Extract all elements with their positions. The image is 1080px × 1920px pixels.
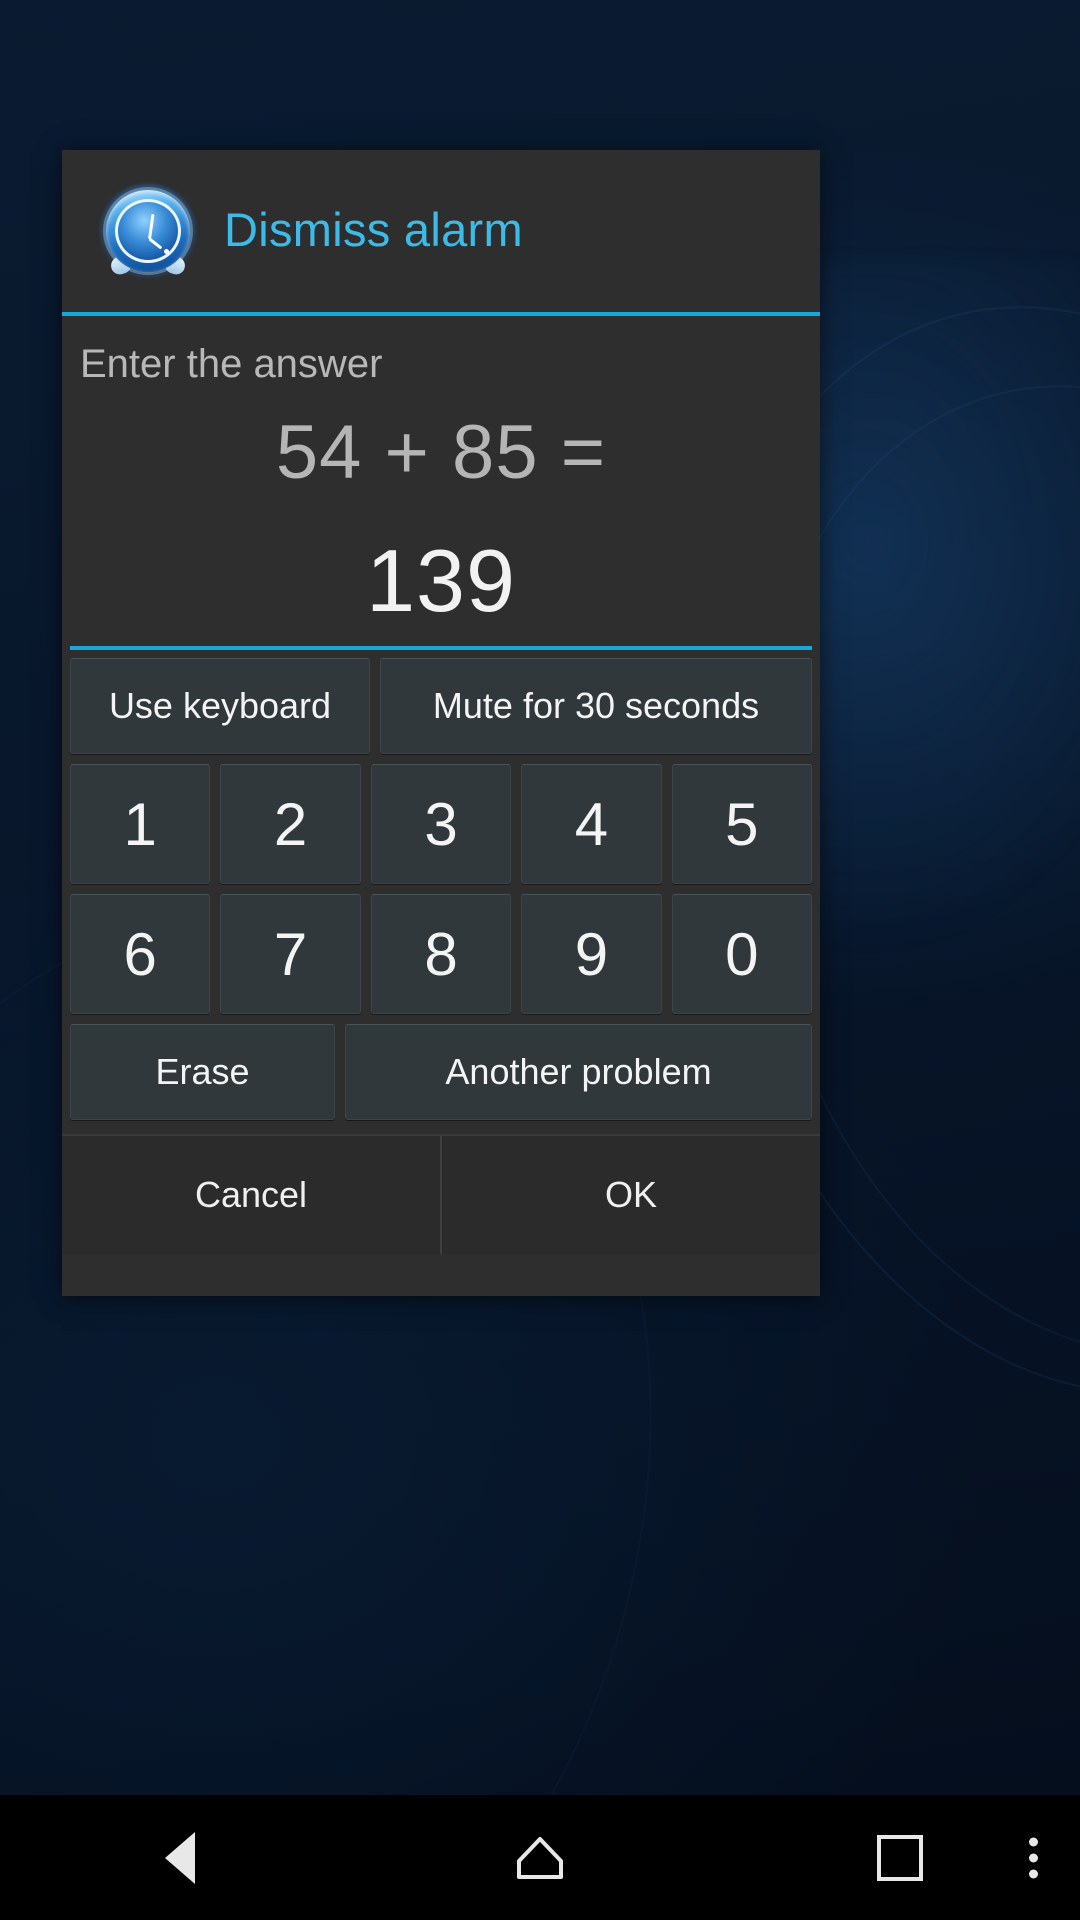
recents-icon[interactable] [877, 1834, 923, 1881]
key-6[interactable]: 6 [70, 894, 211, 1014]
cancel-button[interactable]: Cancel [62, 1136, 440, 1254]
key-9[interactable]: 9 [521, 894, 662, 1014]
overflow-menu-icon[interactable] [1029, 1837, 1038, 1878]
mute-button[interactable]: Mute for 30 seconds [380, 658, 812, 754]
math-problem: 54 + 85 = [275, 410, 607, 495]
key-0[interactable]: 0 [671, 894, 813, 1014]
keypad-action-row: Use keyboard Mute for 30 seconds [70, 658, 812, 754]
keypad-row-1: 1 2 3 4 5 [70, 764, 813, 884]
key-8[interactable]: 8 [370, 894, 512, 1014]
back-icon[interactable] [165, 1831, 195, 1884]
dialog-header: Dismiss alarm [62, 150, 820, 312]
key-2[interactable]: 2 [220, 764, 361, 884]
nav-home-slot[interactable] [360, 1836, 720, 1880]
nav-back-slot[interactable] [0, 1831, 360, 1884]
key-7[interactable]: 7 [220, 894, 361, 1014]
alarm-clock-icon [100, 182, 196, 278]
keypad-row-2: 6 7 8 9 0 [70, 894, 813, 1014]
home-icon[interactable] [516, 1836, 564, 1880]
use-keyboard-button[interactable]: Use keyboard [70, 658, 370, 754]
keypad-bottom-row: Erase Another problem [70, 1024, 812, 1120]
erase-button[interactable]: Erase [70, 1024, 335, 1120]
dialog-title: Dismiss alarm [224, 203, 523, 256]
key-4[interactable]: 4 [521, 764, 662, 884]
key-1[interactable]: 1 [70, 764, 211, 884]
prompt-label: Enter the answer [80, 342, 383, 386]
dismiss-alarm-dialog: Dismiss alarm Enter the answer 54 + 85 =… [62, 150, 820, 1296]
answer-field[interactable]: 139 [62, 530, 820, 632]
ok-button[interactable]: OK [442, 1136, 820, 1254]
android-navigation-bar [0, 1795, 1080, 1920]
key-3[interactable]: 3 [370, 764, 512, 884]
problem-area: Enter the answer 54 + 85 = 139 [62, 316, 820, 650]
nav-recents-slot[interactable] [720, 1834, 1080, 1881]
key-5[interactable]: 5 [671, 764, 813, 884]
another-problem-button[interactable]: Another problem [345, 1024, 812, 1120]
dialog-footer: Cancel OK [62, 1134, 820, 1254]
keypad: Use keyboard Mute for 30 seconds 1 2 3 4… [62, 650, 820, 1134]
